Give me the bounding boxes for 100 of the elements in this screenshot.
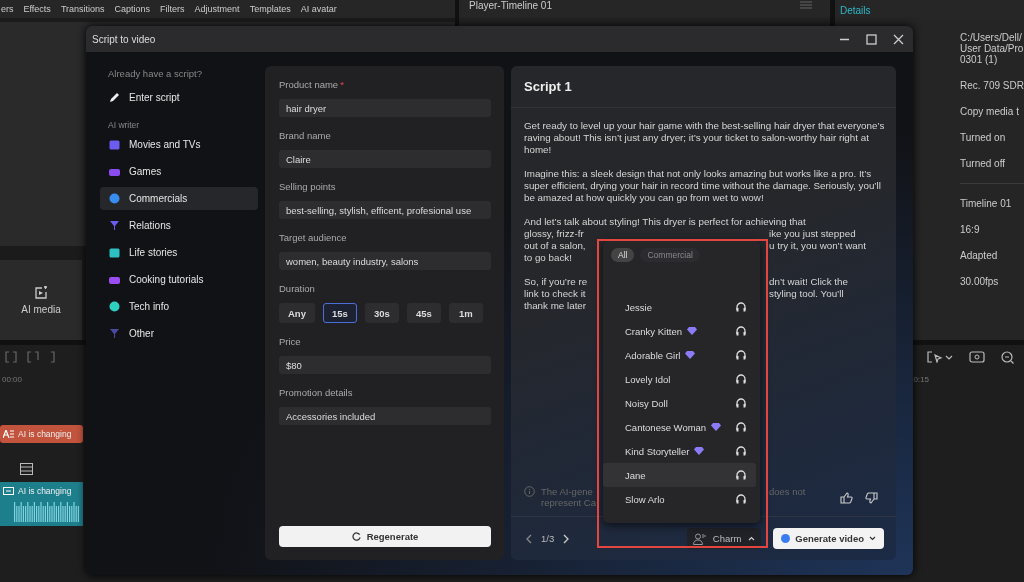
category-item[interactable]: Games xyxy=(100,160,258,183)
headphones-icon[interactable] xyxy=(736,326,746,336)
headphones-icon[interactable] xyxy=(736,446,746,456)
duration-option[interactable]: 15s xyxy=(322,303,357,323)
select-icon[interactable] xyxy=(927,351,953,363)
toolbar-tab[interactable]: Transitions xyxy=(60,4,105,14)
filter-chip[interactable]: Commercial xyxy=(640,248,700,262)
headphones-icon[interactable] xyxy=(736,422,746,432)
toolbar-tab[interactable]: AI avatar xyxy=(300,4,337,14)
headphones-icon[interactable] xyxy=(736,398,746,408)
toolbar-tab[interactable]: Adjustment xyxy=(194,4,240,14)
thumbs-up-icon[interactable] xyxy=(840,492,853,504)
toolbar-tab[interactable]: Effects xyxy=(23,4,51,14)
voice-item[interactable]: Noisy Doll xyxy=(603,391,756,415)
headphones-icon[interactable] xyxy=(736,470,746,480)
caret-icon xyxy=(748,536,756,541)
ai-media-button[interactable]: AI media xyxy=(0,260,82,340)
media-add-icon xyxy=(34,285,48,300)
duration-option[interactable]: 45s xyxy=(406,303,441,323)
category-icon xyxy=(109,220,120,231)
duration-option[interactable]: 1m xyxy=(448,303,483,323)
detail-value: 30.00fps xyxy=(960,276,1000,287)
section-heading: Already have a script? xyxy=(107,68,203,79)
orb-icon xyxy=(781,534,791,543)
maximize-icon[interactable] xyxy=(866,33,877,45)
script-text: ike you just stepped xyxy=(769,228,857,240)
headphones-icon[interactable] xyxy=(736,494,746,504)
voice-item[interactable]: Cantonese Woman xyxy=(603,415,756,439)
detail-value: C:/Users/Dell/ User Data/Pro 0301 (1) xyxy=(960,32,1024,65)
headphones-icon[interactable] xyxy=(736,350,746,360)
disclaimer-text: does not xyxy=(769,486,807,497)
diamond-icon xyxy=(685,351,696,359)
detail-value: Adapted xyxy=(960,250,999,261)
duration-option[interactable]: Any xyxy=(279,303,315,323)
category-item[interactable]: Tech info xyxy=(100,295,258,318)
previous-icon[interactable] xyxy=(526,533,532,544)
voice-item[interactable]: Jane xyxy=(603,463,756,487)
voice-item[interactable]: Jessie xyxy=(603,295,756,319)
script-text: thank me later xyxy=(524,300,588,312)
headphones-icon[interactable] xyxy=(736,374,746,384)
pencil-icon xyxy=(109,92,120,103)
detail-value: 16:9 xyxy=(960,224,981,235)
preview-icon[interactable] xyxy=(969,351,985,363)
player-title: Player-Timeline 01 xyxy=(469,0,552,11)
toolbar-tab[interactable]: ers xyxy=(1,4,14,14)
script-text: So, if you’re re xyxy=(524,276,589,288)
caption-icon xyxy=(3,486,14,496)
detail-value: Rec. 709 SDR xyxy=(960,80,1024,91)
filter-chip[interactable]: All xyxy=(611,248,635,262)
input-field[interactable]: women, beauty industry, salons xyxy=(279,252,491,270)
detail-value: Turned on xyxy=(960,132,1007,143)
close-icon[interactable] xyxy=(893,33,904,45)
script-paragraph: Imagine this: a sleek design that not only looks amazing but works like a pro. It’s super efficient, drying your hair in record time without the damage. Seriously, you’ll be amazed at how quickly you can go from wet to wow! xyxy=(524,168,882,204)
input-field[interactable]: $80 xyxy=(279,356,491,374)
voice-item[interactable]: Adorable Girl xyxy=(603,343,756,367)
voice-item[interactable]: Kind Storyteller xyxy=(603,439,756,463)
toolbar-tab[interactable]: Captions xyxy=(114,4,151,14)
category-icon xyxy=(109,139,120,150)
diamond-icon xyxy=(694,447,705,455)
script-paragraph: Get ready to level up your hair game with the best-selling hair dryer that everyone’s raving about! This isn’t just any dryer; it’s your ticket to salon-worthy hair right at home! xyxy=(524,120,886,156)
details-tab[interactable]: Details xyxy=(840,6,871,16)
detail-value: Turned off xyxy=(960,158,1007,169)
input-field[interactable]: Claire xyxy=(279,150,491,168)
timecode: 0:15 xyxy=(913,374,929,384)
voice-button[interactable]: Charm xyxy=(686,528,762,549)
voice-item[interactable]: Cranky Kitten xyxy=(603,319,756,343)
timeline-clip[interactable]: AI is changing xyxy=(0,482,83,526)
category-item[interactable]: Commercials xyxy=(100,187,258,210)
category-item[interactable]: Relations xyxy=(100,214,258,237)
script-text: link to check it xyxy=(524,288,587,300)
regenerate-button[interactable]: Regenerate xyxy=(279,526,491,547)
field-label: Duration xyxy=(279,283,316,294)
category-item[interactable]: Other xyxy=(100,322,258,345)
toolbar-tab[interactable]: Filters xyxy=(160,4,185,14)
detail-value: Timeline 01 xyxy=(960,198,1013,209)
voice-item[interactable]: Slow Arlo xyxy=(603,487,756,511)
category-item[interactable]: Cooking tutorials xyxy=(100,268,258,291)
script-title: Script 1 xyxy=(524,79,572,94)
input-field[interactable]: hair dryer xyxy=(279,99,491,117)
input-field[interactable]: best-selling, stylish, efficent, profesional use xyxy=(279,201,491,219)
zoom-out-icon[interactable] xyxy=(1001,350,1014,364)
timeline-clip[interactable]: AI is changing xyxy=(0,425,83,443)
person-icon xyxy=(692,532,706,545)
thumbs-down-icon[interactable] xyxy=(865,492,878,504)
detail-value: Copy media t xyxy=(960,106,1020,117)
voice-item[interactable]: Lovely Idol xyxy=(603,367,756,391)
category-item[interactable]: Movies and TVs xyxy=(100,133,258,156)
toolbar-tab[interactable]: Templates xyxy=(249,4,291,14)
enter-script-item[interactable]: Enter script xyxy=(100,86,258,109)
generate-video-button[interactable]: Generate video xyxy=(773,528,884,549)
script-text: u try it, you won’t want xyxy=(769,240,867,252)
category-item[interactable]: Life stories xyxy=(100,241,258,264)
timecode: 00:00 xyxy=(2,374,23,384)
duration-option[interactable]: 30s xyxy=(364,303,399,323)
caret-icon xyxy=(869,536,876,541)
section-heading: AI writer xyxy=(107,120,141,130)
input-field[interactable]: Accessories included xyxy=(279,407,491,425)
headphones-icon[interactable] xyxy=(736,302,746,312)
script-text: out of a salon, xyxy=(524,240,587,252)
next-icon[interactable] xyxy=(563,533,570,544)
